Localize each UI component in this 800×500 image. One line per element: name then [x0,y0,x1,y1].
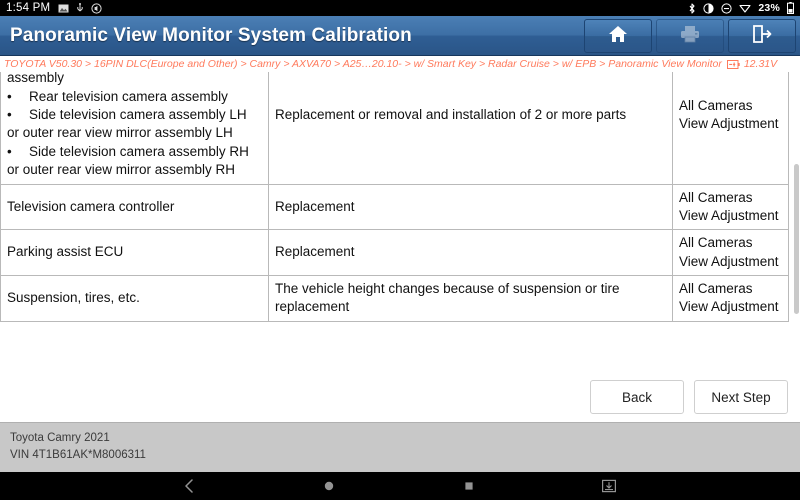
table-cell-procedure: All Cameras View Adjustment [672,274,789,322]
scrollbar-thumb[interactable] [794,164,799,314]
back-nav-icon[interactable] [183,478,197,494]
android-nav-bar [0,472,800,500]
voltage-label: 12.31V [743,58,778,70]
battery-icon [726,59,740,69]
calibration-conditions-table: radiator grille assembly or front bumper… [0,72,789,322]
table-cell-part: Television camera controller [0,183,269,231]
exit-button[interactable] [728,19,796,53]
bluetooth-icon [688,2,696,14]
printer-icon [679,24,701,49]
home-nav-icon[interactable] [322,479,336,493]
battery-icon [787,2,794,15]
table-cell-condition: Replacement or removal and installation … [268,72,673,185]
wifi-icon [739,3,751,13]
table-cell-part: Suspension, tires, etc. [0,274,269,322]
app-title-bar: Panoramic View Monitor System Calibratio… [0,16,800,56]
table-cell-condition: Replacement [268,183,673,231]
next-step-button[interactable]: Next Step [694,380,788,414]
table-cell-condition: Replacement [268,229,673,276]
battery-percent-label: 23% [758,2,780,14]
screenshot-nav-icon[interactable] [601,478,617,494]
calibration-conditions-table-pane[interactable]: radiator grille assembly or front bumper… [0,72,800,372]
content-scrollbar[interactable] [793,72,800,372]
android-status-bar: 1:54 PM 23% [0,0,800,16]
table-cell-condition: The vehicle height changes because of su… [268,274,673,322]
usb-icon [75,3,85,13]
table-cell-part: radiator grille assembly or front bumper… [0,72,269,185]
action-button-bar: Back Next Step [0,372,800,422]
breadcrumb-path[interactable]: TOYOTA V50.30 > 16PIN DLC(Europe and Oth… [4,58,722,70]
home-icon [607,24,629,49]
part-bullet-continuation: or outer rear view mirror assembly RH [7,162,236,178]
part-bullet: Side television camera assembly RH [7,143,262,161]
status-left-icons [58,2,102,14]
do-not-disturb-icon [721,2,732,14]
table-row: Suspension, tires, etc. The vehicle heig… [0,274,789,322]
brightness-icon [703,2,714,14]
table-row: Television camera controller Replacement… [0,183,789,231]
status-clock: 1:54 PM [6,2,51,14]
tablet-screen: 1:54 PM 23% Panoramic View Monitor Syste… [0,0,800,500]
exit-icon [751,24,773,49]
table-row: Parking assist ECU Replacement All Camer… [0,229,789,276]
part-bullet-continuation: or outer rear view mirror assembly LH [7,125,233,141]
part-bullet: Side television camera assembly LH [7,106,262,124]
breadcrumb: TOYOTA V50.30 > 16PIN DLC(Europe and Oth… [0,56,800,72]
page-title: Panoramic View Monitor System Calibratio… [10,24,412,46]
status-right-icons: 23% [688,2,794,15]
vehicle-info-footer: Toyota Camry 2021 VIN 4T1B61AK*M8006311 [0,422,800,472]
table-cell-procedure: All Cameras View Adjustment [672,72,789,185]
print-button[interactable] [656,19,724,53]
table-cell-procedure: All Cameras View Adjustment [672,183,789,231]
title-bar-actions [584,19,796,53]
part-intro-text: radiator grille assembly or front bumper… [7,72,65,86]
home-button[interactable] [584,19,652,53]
part-bullet: Rear television camera assembly [7,88,262,106]
vehicle-label: Toyota Camry 2021 [10,432,110,444]
back-button[interactable]: Back [590,380,684,414]
vin-label: VIN 4T1B61AK*M8006311 [10,448,146,461]
recents-nav-icon[interactable] [462,479,476,493]
no-sound-icon [91,2,102,14]
table-cell-procedure: All Cameras View Adjustment [672,229,789,276]
image-icon [58,4,69,13]
table-row: radiator grille assembly or front bumper… [0,72,789,185]
table-cell-part: Parking assist ECU [0,229,269,276]
